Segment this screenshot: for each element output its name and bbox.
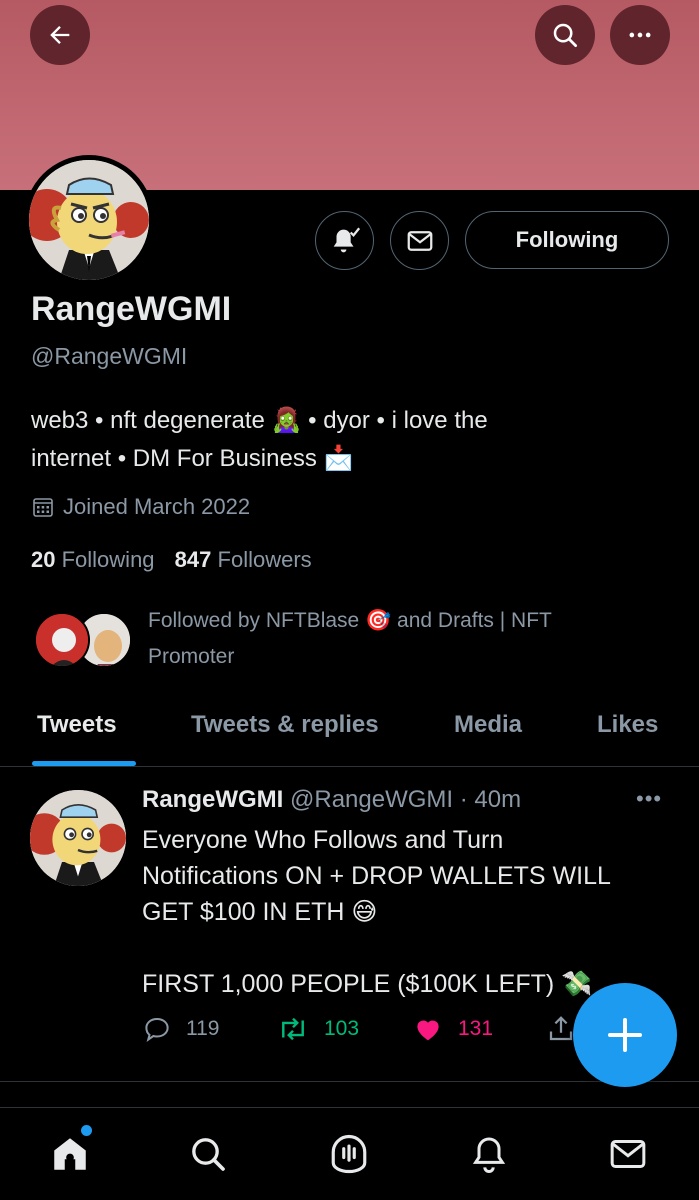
arrow-left-icon	[50, 26, 70, 44]
bio-line: internet • DM For Business 📩	[31, 445, 354, 472]
tweet-more-button[interactable]: •••	[636, 786, 662, 812]
spaces-icon	[331, 1134, 367, 1174]
like-count: 131	[458, 1017, 494, 1040]
notifications-icon	[472, 1137, 506, 1173]
profile-handle: @RangeWGMI	[31, 343, 188, 369]
followed-by-line: Promoter	[148, 645, 235, 668]
messages-icon	[610, 1140, 646, 1168]
profile-tabs: Tweets Tweets & replies Media Likes	[0, 700, 699, 767]
following-button[interactable]: Following	[465, 211, 669, 269]
tweet-line: GET $100 IN ETH 😅	[142, 898, 378, 926]
followers-count: 847	[174, 547, 212, 572]
tab-tweets[interactable]: Tweets	[37, 711, 117, 739]
tweet-avatar[interactable]	[30, 790, 126, 886]
nav-messages[interactable]	[606, 1132, 650, 1176]
reply-count: 119	[186, 1017, 220, 1040]
search-button[interactable]	[535, 5, 595, 65]
following-count: 20	[31, 547, 56, 572]
nav-spaces[interactable]	[327, 1132, 371, 1176]
plus-icon	[608, 1018, 642, 1052]
retweet-button[interactable]: 103	[276, 1014, 359, 1044]
home-new-content-dot	[81, 1125, 92, 1136]
more-options-button[interactable]	[610, 5, 670, 65]
reply-button[interactable]: 119	[142, 1014, 219, 1044]
follow-stats: 20 Following 847 Followers	[31, 547, 312, 573]
tab-media[interactable]: Media	[454, 711, 522, 739]
share-button[interactable]	[546, 1014, 576, 1044]
followers-label: Followers	[217, 547, 312, 572]
tweet-line: Everyone Who Follows and Turn	[142, 826, 504, 854]
retweet-icon	[282, 1017, 304, 1041]
joined-text: Joined March 2022	[63, 494, 251, 519]
tweet-line: FIRST 1,000 PEOPLE ($100K LEFT) 💸	[142, 970, 593, 998]
heart-icon	[417, 1020, 439, 1041]
tweet-header: RangeWGMI @RangeWGMI · 40m	[142, 786, 521, 814]
nav-home[interactable]	[48, 1132, 92, 1176]
share-icon	[549, 1016, 573, 1041]
search-icon	[192, 1138, 225, 1171]
mail-icon	[407, 230, 432, 251]
follower-avatar-image	[36, 614, 88, 666]
avatar-image	[29, 160, 149, 280]
active-tab-indicator	[32, 761, 136, 766]
back-button[interactable]	[30, 5, 90, 65]
profile-bio: web3 • nft degenerate 🧟‍♀️ • dyor • i lo…	[31, 402, 671, 478]
notifications-toggle-button[interactable]	[315, 211, 374, 270]
bio-line: web3 • nft degenerate 🧟‍♀️ • dyor • i lo…	[31, 407, 488, 434]
following-stat[interactable]: 20 Following	[31, 547, 155, 572]
compose-tweet-button[interactable]	[573, 983, 677, 1087]
tweet-text: Everyone Who Follows and Turn Notificati…	[142, 822, 682, 1002]
avatar-image	[30, 790, 126, 886]
bottom-navigation	[0, 1107, 699, 1200]
tweet-line: Notifications ON + DROP WALLETS WILL	[142, 862, 611, 890]
retweet-count: 103	[324, 1017, 360, 1040]
follower-avatar[interactable]	[34, 612, 90, 668]
tweet-author-name[interactable]: RangeWGMI	[142, 786, 283, 813]
message-button[interactable]	[390, 211, 449, 270]
reply-icon	[145, 1017, 169, 1043]
profile-avatar[interactable]	[24, 155, 154, 285]
nav-notifications[interactable]	[467, 1132, 511, 1176]
tweet-handle-time: @RangeWGMI · 40m	[290, 786, 522, 813]
followed-by-line: Followed by NFTBlase 🎯 and Drafts | NFT	[148, 609, 552, 632]
more-horizontal-icon	[629, 32, 651, 38]
calendar-icon	[33, 498, 53, 517]
followed-by-text[interactable]: Followed by NFTBlase 🎯 and Drafts | NFT …	[148, 603, 648, 675]
followers-stat[interactable]: 847 Followers	[175, 547, 312, 572]
joined-date: Joined March 2022	[31, 494, 250, 520]
search-icon	[553, 23, 577, 47]
nav-search[interactable]	[186, 1132, 230, 1176]
profile-name: RangeWGMI	[31, 290, 232, 328]
like-button[interactable]: 131	[412, 1014, 493, 1044]
home-icon	[54, 1138, 86, 1170]
bell-check-icon	[333, 227, 360, 252]
tab-likes[interactable]: Likes	[597, 711, 658, 739]
tab-tweets-replies[interactable]: Tweets & replies	[191, 711, 379, 739]
following-label: Following	[61, 547, 155, 572]
